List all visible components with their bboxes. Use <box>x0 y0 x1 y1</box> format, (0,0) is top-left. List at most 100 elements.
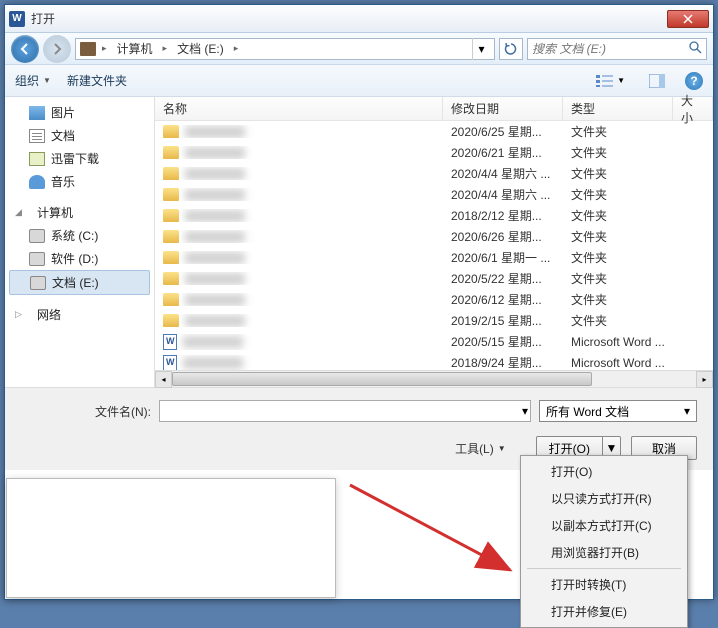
organize-button[interactable]: 组织 ▼ <box>15 72 51 89</box>
chevron-right-icon: ▸ <box>98 43 111 54</box>
folder-icon <box>163 146 179 159</box>
folder-icon <box>163 293 179 306</box>
filename-redacted <box>185 252 245 264</box>
file-row[interactable]: 2020/6/25 星期...文件夹 <box>155 121 713 142</box>
chevron-down-icon[interactable]: ▾ <box>522 404 528 418</box>
filename-redacted <box>185 189 245 201</box>
file-row[interactable]: 2020/6/12 星期...文件夹 <box>155 289 713 310</box>
file-row[interactable]: 2019/2/15 星期...文件夹 <box>155 310 713 331</box>
sidebar-item[interactable]: 迅雷下载 <box>5 147 154 170</box>
filetype-dropdown[interactable]: 所有 Word 文档 ▾ <box>539 400 697 422</box>
folder-icon <box>163 209 179 222</box>
drive-icon <box>80 42 96 56</box>
drive-icon <box>30 276 46 290</box>
word-icon <box>163 355 177 371</box>
folder-icon <box>163 314 179 327</box>
menu-item[interactable]: 以副本方式打开(C) <box>523 512 685 539</box>
filename-redacted <box>185 315 245 327</box>
drive-icon <box>29 229 45 243</box>
sidebar-drive-item[interactable]: 文档 (E:) <box>9 270 150 295</box>
close-button[interactable] <box>667 10 709 28</box>
new-folder-button[interactable]: 新建文件夹 <box>67 72 127 89</box>
scroll-thumb[interactable] <box>172 372 592 386</box>
file-list-body[interactable]: 2020/6/25 星期...文件夹2020/6/21 星期...文件夹2020… <box>155 121 713 370</box>
chevron-down-icon: ▾ <box>684 404 690 418</box>
toolbar: 组织 ▼ 新建文件夹 ▼ ? <box>5 65 713 97</box>
menu-item[interactable]: 打开时转换(T) <box>523 571 685 598</box>
nav-back-button[interactable] <box>11 35 39 63</box>
chevron-right-icon: ▸ <box>230 43 243 54</box>
file-row[interactable]: 2020/4/4 星期六 ...文件夹 <box>155 184 713 205</box>
column-name[interactable]: 名称 <box>155 97 443 120</box>
file-row[interactable]: 2018/9/24 星期...Microsoft Word ... <box>155 352 713 370</box>
word-app-icon: W <box>9 11 25 27</box>
file-row[interactable]: 2020/5/15 星期...Microsoft Word ... <box>155 331 713 352</box>
sidebar-item[interactable]: 图片 <box>5 101 154 124</box>
window-title: 打开 <box>31 10 667 27</box>
sidebar-group-network[interactable]: ▷ 网络 <box>5 303 154 326</box>
breadcrumb-part[interactable]: 计算机 <box>113 40 157 57</box>
sidebar: 图片文档迅雷下载音乐 ◢ 计算机 系统 (C:)软件 (D:)文档 (E:) ▷… <box>5 97 155 387</box>
nav-forward-button[interactable] <box>43 35 71 63</box>
filename-redacted <box>185 126 245 138</box>
drive-icon <box>29 252 45 266</box>
background-window <box>6 478 336 598</box>
folder-icon <box>163 188 179 201</box>
sidebar-drive-item[interactable]: 系统 (C:) <box>5 224 154 247</box>
chevron-right-icon: ▸ <box>159 43 172 54</box>
help-button[interactable]: ? <box>685 72 703 90</box>
expand-icon: ▷ <box>15 309 25 320</box>
filename-redacted <box>185 168 245 180</box>
sidebar-item[interactable]: 文档 <box>5 124 154 147</box>
filename-label: 文件名(N): <box>21 403 151 420</box>
chevron-down-icon: ▼ <box>617 76 625 85</box>
titlebar: W 打开 <box>5 5 713 33</box>
scroll-right-button[interactable]: ▸ <box>696 371 713 388</box>
filename-input[interactable]: ▾ <box>159 400 531 422</box>
column-date[interactable]: 修改日期 <box>443 97 563 120</box>
menu-item[interactable]: 打开并修复(E) <box>523 598 685 625</box>
sidebar-group-computer[interactable]: ◢ 计算机 <box>5 201 154 224</box>
horizontal-scrollbar[interactable]: ◂ ▸ <box>155 370 713 387</box>
library-icon <box>29 129 45 143</box>
expand-icon: ◢ <box>15 207 25 218</box>
file-row[interactable]: 2020/6/26 星期...文件夹 <box>155 226 713 247</box>
breadcrumb[interactable]: ▸ 计算机 ▸ 文档 (E:) ▸ ▾ <box>75 38 495 60</box>
file-row[interactable]: 2020/6/21 星期...文件夹 <box>155 142 713 163</box>
file-row[interactable]: 2020/5/22 星期...文件夹 <box>155 268 713 289</box>
search-box[interactable] <box>527 38 707 60</box>
sidebar-item[interactable]: 音乐 <box>5 170 154 193</box>
navigation-bar: ▸ 计算机 ▸ 文档 (E:) ▸ ▾ <box>5 33 713 65</box>
filename-redacted <box>183 336 243 348</box>
tools-button[interactable]: 工具(L) ▼ <box>455 440 506 457</box>
folder-icon <box>163 272 179 285</box>
column-headers: 名称 修改日期 类型 大小 <box>155 97 713 121</box>
library-icon <box>29 175 45 189</box>
file-row[interactable]: 2020/4/4 星期六 ...文件夹 <box>155 163 713 184</box>
refresh-button[interactable] <box>499 38 523 60</box>
breadcrumb-part[interactable]: 文档 (E:) <box>173 40 228 57</box>
filename-redacted <box>183 357 243 369</box>
filename-redacted <box>185 210 245 222</box>
menu-item[interactable]: 以只读方式打开(R) <box>523 485 685 512</box>
view-mode-button[interactable]: ▼ <box>591 72 629 90</box>
menu-item[interactable]: 用浏览器打开(B) <box>523 539 685 566</box>
library-icon <box>29 152 45 166</box>
library-icon <box>29 106 45 120</box>
sidebar-drive-item[interactable]: 软件 (D:) <box>5 247 154 270</box>
menu-separator <box>527 568 681 569</box>
file-row[interactable]: 2020/6/1 星期一 ...文件夹 <box>155 247 713 268</box>
preview-pane-button[interactable] <box>645 72 669 90</box>
open-dropdown-menu: 打开(O)以只读方式打开(R)以副本方式打开(C)用浏览器打开(B) 打开时转换(… <box>520 455 688 628</box>
filename-redacted <box>185 231 245 243</box>
chevron-down-icon: ▼ <box>498 444 506 453</box>
folder-icon <box>163 167 179 180</box>
breadcrumb-dropdown[interactable]: ▾ <box>472 38 490 60</box>
column-size[interactable]: 大小 <box>673 97 713 120</box>
column-type[interactable]: 类型 <box>563 97 673 120</box>
scroll-left-button[interactable]: ◂ <box>155 371 172 388</box>
filename-redacted <box>185 273 245 285</box>
file-row[interactable]: 2018/2/12 星期...文件夹 <box>155 205 713 226</box>
menu-item[interactable]: 打开(O) <box>523 458 685 485</box>
search-input[interactable] <box>532 42 689 56</box>
